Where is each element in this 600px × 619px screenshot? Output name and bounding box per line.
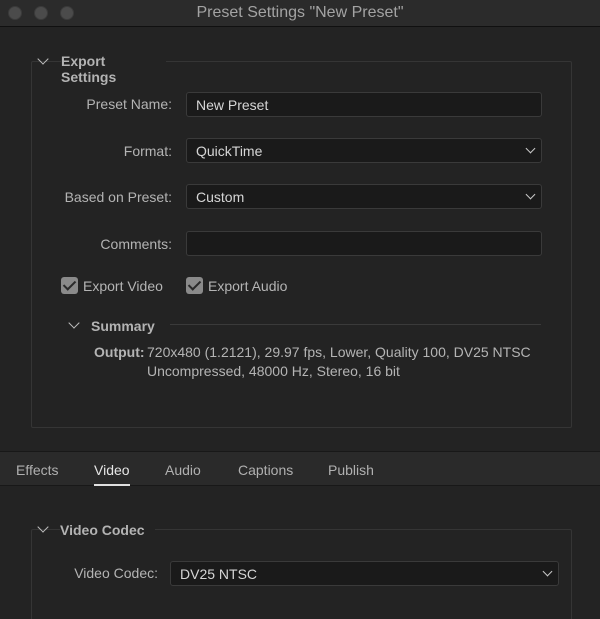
summary-header: Summary — [91, 318, 165, 334]
format-dropdown[interactable]: QuickTime — [186, 138, 542, 163]
summary-output-line2: Uncompressed, 48000 Hz, Stereo, 16 bit — [147, 363, 400, 379]
video-codec-dropdown-value: DV25 NTSC — [180, 566, 258, 582]
video-codec-dropdown[interactable]: DV25 NTSC — [170, 561, 559, 586]
based-on-preset-dropdown[interactable]: Custom — [186, 184, 542, 209]
summary-output-label: Output: — [94, 344, 145, 360]
preset-name-input[interactable] — [186, 92, 542, 117]
video-codec-label: Video Codec: — [74, 565, 158, 581]
summary-toggle[interactable]: Summary — [66, 316, 166, 336]
comments-label: Comments: — [100, 236, 172, 252]
format-dropdown-value: QuickTime — [196, 143, 263, 159]
summary-output-line1: 720x480 (1.2121), 29.97 fps, Lower, Qual… — [147, 344, 531, 360]
export-settings-header: Export Settings — [61, 53, 166, 85]
summary-divider — [170, 324, 541, 325]
export-video-option[interactable]: Export Video — [61, 277, 171, 297]
tab-captions[interactable]: Captions — [238, 462, 293, 478]
tab-video[interactable]: Video — [94, 462, 130, 478]
chevron-down-icon — [542, 566, 553, 577]
video-codec-toggle[interactable]: Video Codec — [36, 520, 156, 540]
chevron-down-icon — [525, 189, 536, 200]
based-on-preset-label: Based on Preset: — [64, 189, 172, 205]
tabs-bar: Effects Video Audio Captions Publish — [0, 451, 600, 486]
tab-audio[interactable]: Audio — [165, 462, 201, 478]
tab-publish[interactable]: Publish — [328, 462, 374, 478]
chevron-down-icon — [37, 521, 49, 533]
window-title: Preset Settings "New Preset" — [196, 4, 404, 21]
chevron-down-icon — [525, 143, 536, 154]
title-bar: Preset Settings "New Preset" — [0, 0, 600, 27]
format-label: Format: — [123, 143, 172, 159]
export-video-label: Export Video — [83, 278, 163, 294]
active-tab-indicator — [94, 484, 130, 486]
chevron-down-icon — [37, 53, 49, 65]
preset-settings-window: Preset Settings "New Preset" Export Sett… — [0, 0, 600, 619]
video-codec-header: Video Codec — [60, 522, 155, 538]
export-settings-toggle[interactable]: Export Settings — [36, 52, 166, 85]
export-video-checkbox[interactable] — [61, 277, 78, 294]
chevron-down-icon — [68, 317, 80, 329]
tab-effects[interactable]: Effects — [16, 462, 59, 478]
based-on-preset-dropdown-value: Custom — [196, 189, 245, 205]
export-audio-option[interactable]: Export Audio — [186, 277, 296, 297]
export-audio-checkbox[interactable] — [186, 277, 203, 294]
comments-input[interactable] — [186, 231, 542, 256]
preset-name-label: Preset Name: — [86, 96, 172, 112]
export-audio-label: Export Audio — [208, 278, 288, 294]
